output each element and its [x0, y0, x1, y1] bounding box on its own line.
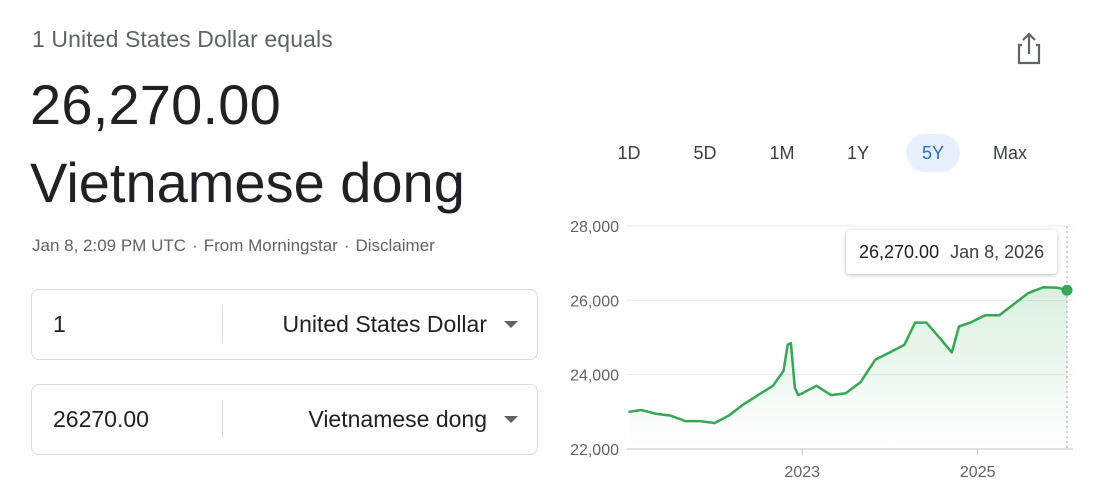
tooltip-value: 26,270.00 — [859, 242, 940, 262]
x-tick-label: 2025 — [960, 464, 996, 481]
y-tick-label: 28,000 — [570, 219, 619, 236]
chart-tooltip: 26,270.00 Jan 8, 2026 — [846, 230, 1058, 274]
latest-point-marker — [1061, 284, 1073, 296]
y-tick-label: 24,000 — [570, 368, 619, 385]
tooltip-date: Jan 8, 2026 — [950, 242, 1045, 262]
x-tick-label: 2023 — [784, 464, 820, 481]
y-tick-label: 22,000 — [570, 442, 619, 459]
y-tick-label: 26,000 — [570, 293, 619, 310]
series-area — [629, 287, 1067, 449]
